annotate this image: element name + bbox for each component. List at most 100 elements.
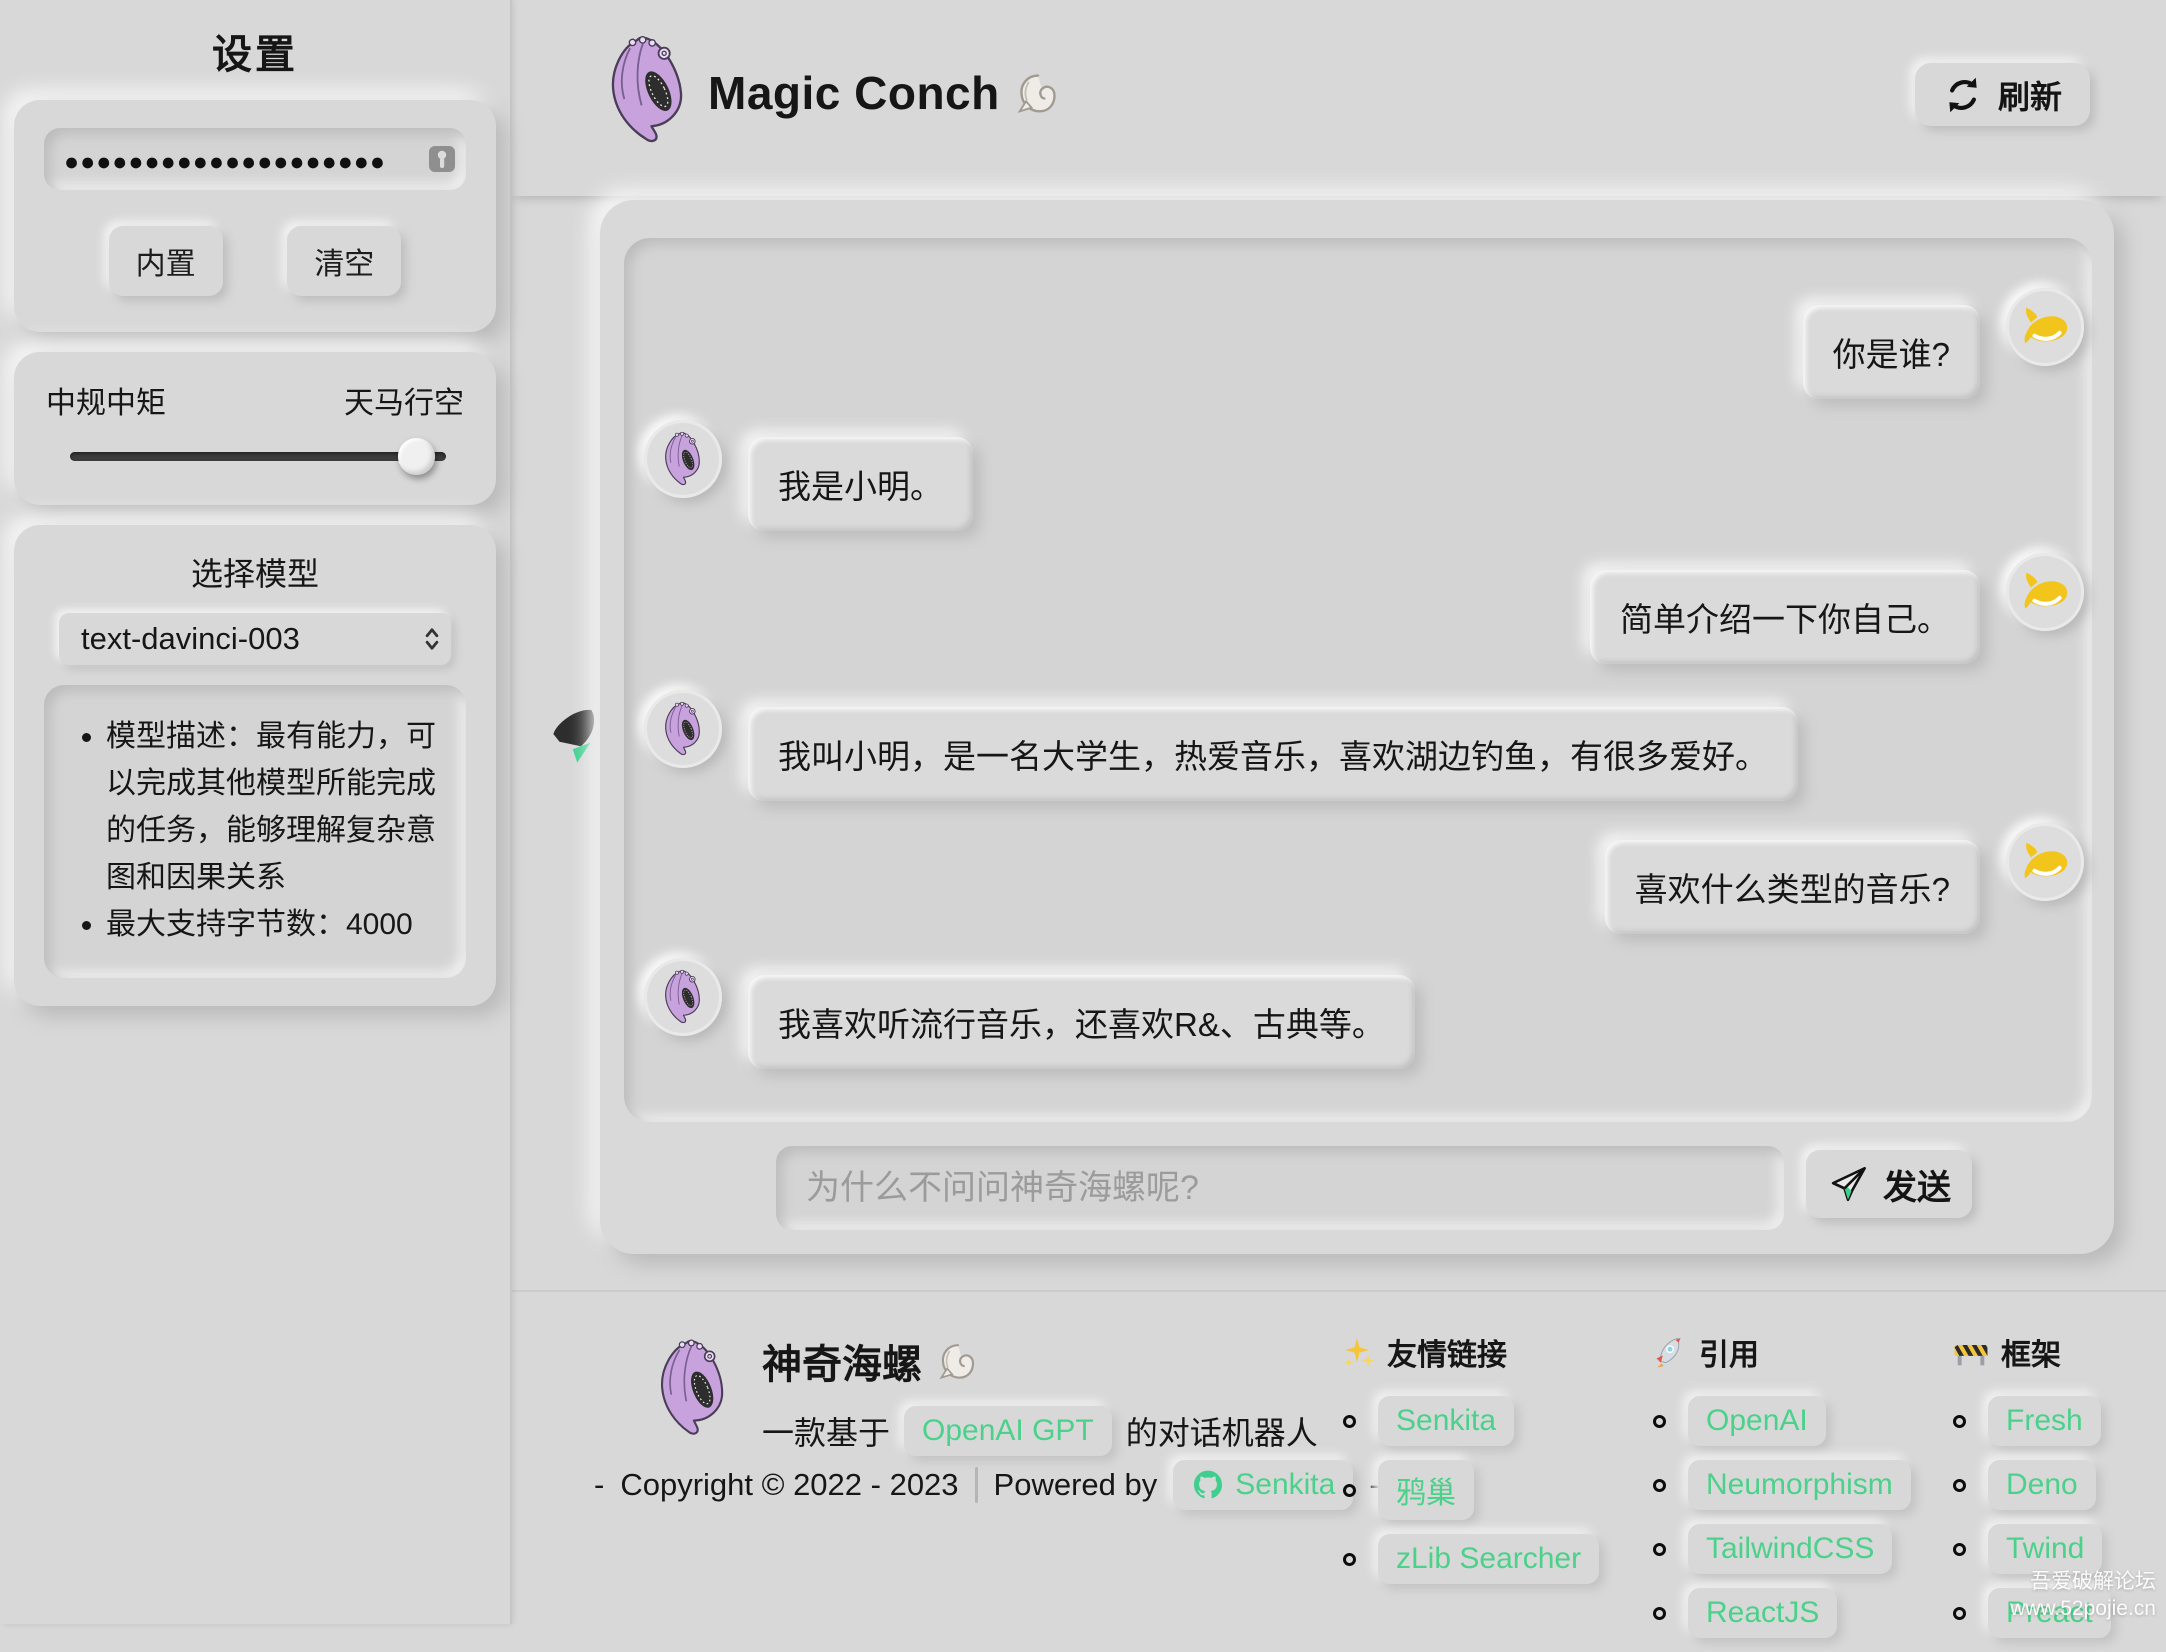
- footer-brand-name-row: 神奇海螺: [762, 1332, 1318, 1390]
- api-key-input[interactable]: [44, 128, 466, 190]
- link-fresh[interactable]: Fresh: [1988, 1396, 2101, 1446]
- builtin-key-button[interactable]: 内置: [109, 226, 223, 296]
- bot-bubble: 我叫小明，是一名大学生，热爱音乐，喜欢湖边钓鱼，有很多爱好。: [748, 707, 1798, 801]
- temperature-label-conservative: 中规中矩: [46, 378, 166, 422]
- shell-icon: [1016, 71, 1060, 115]
- powered-by-text: Powered by: [994, 1467, 1158, 1503]
- model-max-bytes-item: 最大支持字节数：4000: [106, 901, 448, 948]
- conch-logo-icon: [594, 31, 702, 150]
- app-header: Magic Conch 刷新: [510, 0, 2166, 196]
- construction-icon: [1953, 1338, 1989, 1366]
- yellow-fish-icon: [2017, 299, 2073, 355]
- model-select-title: 选择模型: [30, 549, 480, 595]
- list-item: Neumorphism: [1653, 1460, 1911, 1510]
- link-deno[interactable]: Deno: [1988, 1460, 2096, 1510]
- refresh-arrows-icon: [1943, 75, 1983, 115]
- send-button[interactable]: 发送: [1806, 1150, 1972, 1218]
- conch-logo-icon: [648, 1338, 738, 1438]
- list-marker: [1653, 1415, 1666, 1428]
- footer-tagline-suffix: 的对话机器人: [1126, 1408, 1318, 1454]
- watermark: 吾爱破解论坛 www.52pojie.cn: [2010, 1568, 2156, 1622]
- bot-avatar[interactable]: [644, 690, 722, 768]
- footer-column-title: 引用: [1699, 1330, 1759, 1374]
- list-marker: [1653, 1479, 1666, 1492]
- list-item: TailwindCSS: [1653, 1524, 1911, 1574]
- link-zlib-searcher[interactable]: zLib Searcher: [1378, 1534, 1599, 1584]
- temperature-slider-thumb[interactable]: [398, 438, 435, 475]
- key-icon[interactable]: [428, 145, 456, 173]
- list-marker: [1953, 1543, 1966, 1556]
- list-marker: [1953, 1607, 1966, 1620]
- settings-sidebar: 设置 内置 清空 中规中矩 天马行空 选择模型 text-davinci-003…: [0, 0, 510, 1624]
- list-item: Fresh: [1953, 1396, 2111, 1446]
- model-card: 选择模型 text-davinci-003 模型描述：最有能力，可以完成其他模型…: [14, 525, 496, 1006]
- stepper-arrows-icon: [423, 626, 441, 652]
- list-marker: [1953, 1479, 1966, 1492]
- user-bubble: 简单介绍一下你自己。: [1590, 570, 1980, 664]
- model-select[interactable]: text-davinci-003: [59, 613, 451, 665]
- bot-avatar[interactable]: [644, 958, 722, 1036]
- chat-input[interactable]: [776, 1146, 1784, 1230]
- senkita-link[interactable]: Senkita: [1173, 1460, 1353, 1510]
- footer-column-friend-links: 友情链接 Senkita 鸦巢 zLib Searcher: [1343, 1330, 1599, 1598]
- refresh-button-label: 刷新: [1998, 72, 2062, 118]
- footer-tagline-prefix: 一款基于: [762, 1408, 890, 1454]
- list-marker: [1953, 1415, 1966, 1428]
- user-avatar[interactable]: [2006, 288, 2084, 366]
- main-area: Magic Conch 刷新 你是谁? 我是小明。 简单介: [510, 0, 2166, 1624]
- list-item: ReactJS: [1653, 1588, 1911, 1638]
- paper-plane-icon: [1827, 1163, 1869, 1205]
- clear-key-button[interactable]: 清空: [287, 226, 401, 296]
- list-marker: [1653, 1543, 1666, 1556]
- link-reactjs[interactable]: ReactJS: [1688, 1588, 1837, 1638]
- list-marker: [1343, 1415, 1356, 1428]
- footer-brand-name: 神奇海螺: [762, 1332, 922, 1390]
- user-avatar[interactable]: [2006, 553, 2084, 631]
- copyright-text: Copyright © 2022 - 2023: [620, 1467, 958, 1503]
- model-select-value: text-davinci-003: [81, 621, 300, 657]
- chat-message-panel[interactable]: 你是谁? 我是小明。 简单介绍一下你自己。: [624, 238, 2092, 1122]
- watermark-line1: 吾爱破解论坛: [2010, 1568, 2156, 1595]
- bot-bubble: 我喜欢听流行音乐，还喜欢R&、古典等。: [748, 975, 1415, 1069]
- bot-avatar[interactable]: [644, 420, 722, 498]
- app-title-text: Magic Conch: [708, 66, 1000, 120]
- openai-gpt-link[interactable]: OpenAI GPT: [904, 1406, 1112, 1456]
- list-item: zLib Searcher: [1343, 1534, 1599, 1584]
- user-bubble: 喜欢什么类型的音乐?: [1605, 840, 1980, 934]
- chat-message-bot: 我喜欢听流行音乐，还喜欢R&、古典等。: [644, 958, 2084, 1069]
- footer: 神奇海螺 一款基于 OpenAI GPT 的对话机器人 - Copyright …: [510, 1290, 2166, 1624]
- shell-icon: [938, 1341, 978, 1381]
- link-yachao[interactable]: 鸦巢: [1378, 1460, 1474, 1520]
- chat-card: 你是谁? 我是小明。 简单介绍一下你自己。: [600, 200, 2114, 1254]
- paper-plane-logo-icon: [544, 704, 606, 768]
- temperature-label-creative: 天马行空: [344, 378, 464, 422]
- list-item: Twind: [1953, 1524, 2111, 1574]
- chat-message-user: 你是谁?: [644, 288, 2084, 399]
- footer-copyright-row: - Copyright © 2022 - 2023 Powered by Sen…: [594, 1460, 1380, 1510]
- purple-conch-icon: [659, 969, 707, 1025]
- temperature-slider[interactable]: [70, 452, 446, 461]
- list-item: OpenAI: [1653, 1396, 1911, 1446]
- api-key-card: 内置 清空: [14, 100, 496, 332]
- purple-conch-icon: [659, 701, 707, 757]
- send-button-label: 发送: [1883, 1160, 1951, 1209]
- refresh-button[interactable]: 刷新: [1915, 63, 2090, 126]
- settings-title: 设置: [0, 0, 510, 100]
- link-neumorphism[interactable]: Neumorphism: [1688, 1460, 1911, 1510]
- senkita-link-label: Senkita: [1235, 1468, 1335, 1502]
- chat-message-bot: 我是小明。: [644, 420, 2084, 531]
- footer-brand: 神奇海螺 一款基于 OpenAI GPT 的对话机器人: [648, 1332, 1318, 1456]
- purple-conch-icon: [659, 431, 707, 487]
- list-item: 鸦巢: [1343, 1460, 1599, 1520]
- chat-message-user: 喜欢什么类型的音乐?: [644, 823, 2084, 934]
- app-title: Magic Conch: [708, 66, 1060, 120]
- link-twind[interactable]: Twind: [1988, 1524, 2102, 1574]
- link-senkita[interactable]: Senkita: [1378, 1396, 1514, 1446]
- temperature-card: 中规中矩 天马行空: [14, 352, 496, 505]
- list-marker: [1653, 1607, 1666, 1620]
- footer-column-title: 框架: [2001, 1330, 2061, 1374]
- link-tailwindcss[interactable]: TailwindCSS: [1688, 1524, 1892, 1574]
- link-openai[interactable]: OpenAI: [1688, 1396, 1826, 1446]
- list-item: Deno: [1953, 1460, 2111, 1510]
- user-avatar[interactable]: [2006, 823, 2084, 901]
